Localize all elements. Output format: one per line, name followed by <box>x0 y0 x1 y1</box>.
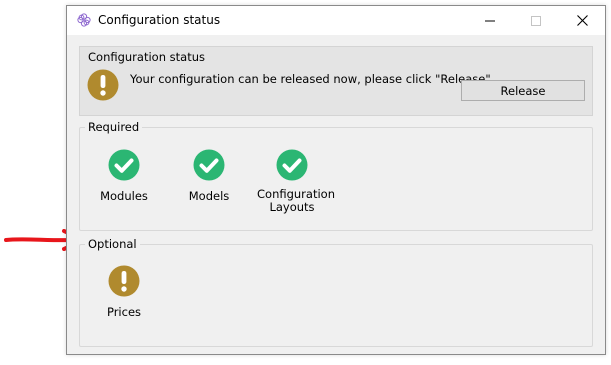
warning-exclamation-icon <box>87 69 119 101</box>
window-title: Configuration status <box>98 13 221 27</box>
close-button[interactable] <box>559 6 605 35</box>
minimize-button[interactable] <box>467 6 513 35</box>
minimize-icon <box>485 20 495 21</box>
required-item-label: Models <box>188 189 230 203</box>
optional-group: Optional Prices <box>79 237 593 347</box>
maximize-button[interactable] <box>513 6 559 35</box>
required-item-label: Modules <box>100 189 148 203</box>
title-bar[interactable]: Configuration status <box>67 6 605 35</box>
check-circle-icon <box>276 149 308 181</box>
optional-item-prices: Prices <box>79 265 169 319</box>
release-button[interactable]: Release <box>461 80 585 101</box>
required-group-legend: Required <box>85 120 143 134</box>
required-item-configuration-layouts: Configuration Layouts <box>247 149 337 214</box>
required-item-label: Configuration Layouts <box>257 187 335 214</box>
status-message: Your configuration can be released now, … <box>130 72 491 86</box>
required-item-modules: Modules <box>79 149 169 203</box>
check-circle-icon <box>108 149 140 181</box>
check-circle-icon <box>193 149 225 181</box>
warning-exclamation-icon <box>108 265 140 297</box>
status-panel-legend: Configuration status <box>88 50 205 64</box>
required-item-models: Models <box>164 149 254 203</box>
app-flower-icon <box>77 13 91 27</box>
optional-group-legend: Optional <box>85 237 140 251</box>
configuration-status-window: Configuration status Configuration statu… <box>66 5 606 355</box>
close-icon <box>576 15 588 26</box>
status-panel: Configuration status Your configuration … <box>79 46 593 116</box>
required-group: Required Modules Models Configuration La… <box>79 120 593 231</box>
maximize-icon <box>531 15 541 26</box>
optional-item-label: Prices <box>106 305 142 319</box>
